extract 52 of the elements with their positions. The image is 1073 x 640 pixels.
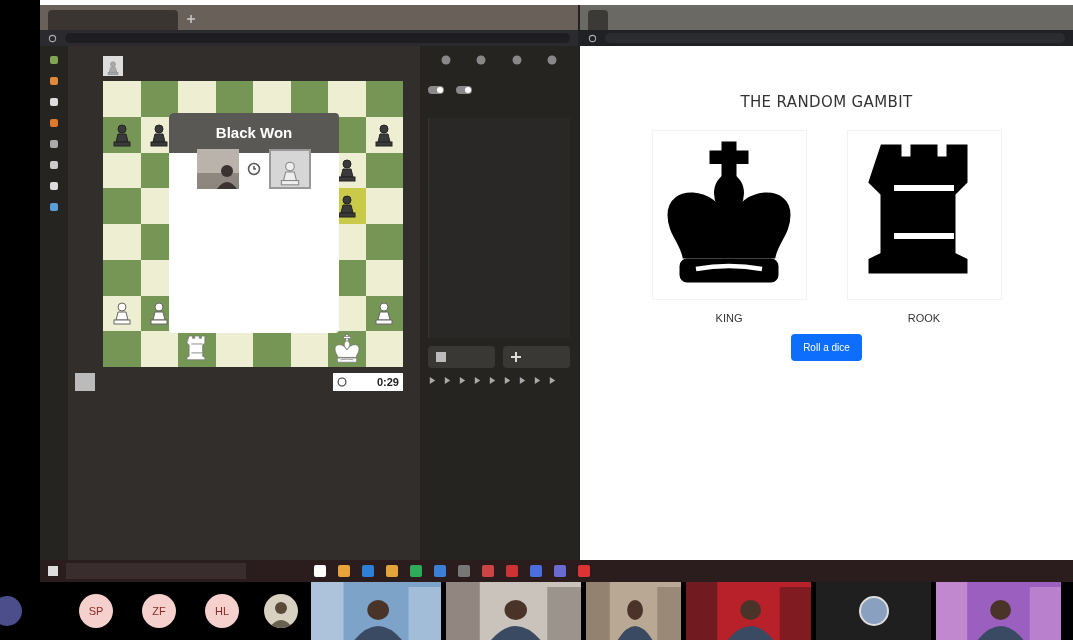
- piece-label: ROOK: [907, 310, 941, 326]
- toggle-switch[interactable]: [428, 86, 444, 94]
- player-avatar: [75, 373, 95, 391]
- app-icon[interactable]: [506, 565, 518, 577]
- app-icon[interactable]: [362, 565, 374, 577]
- app-icon[interactable]: [386, 565, 398, 577]
- app-icon[interactable]: [554, 565, 566, 577]
- tool-icon[interactable]: [546, 54, 559, 66]
- tool-icon[interactable]: [475, 54, 488, 66]
- board-square[interactable]: [328, 81, 366, 117]
- nav-icon[interactable]: [48, 201, 60, 213]
- app-icon[interactable]: [482, 565, 494, 577]
- nav-icon[interactable]: [48, 138, 60, 150]
- app-icon[interactable]: [434, 565, 446, 577]
- app-icon[interactable]: [314, 565, 326, 577]
- start-icon[interactable]: [48, 566, 58, 576]
- reload-icon[interactable]: [48, 33, 57, 43]
- more-people-icon[interactable]: [0, 596, 22, 626]
- toggle-switch[interactable]: [456, 86, 472, 94]
- app-icon[interactable]: [410, 565, 422, 577]
- nav-icon[interactable]: [48, 117, 60, 129]
- clock-icon: [337, 377, 347, 387]
- plus-icon: [511, 352, 521, 362]
- nav-icon[interactable]: [48, 180, 60, 192]
- board-square[interactable]: [140, 81, 178, 117]
- page-title: THE RANDOM GAMBIT: [740, 92, 913, 113]
- nav-icon[interactable]: [48, 96, 60, 108]
- participant-avatar: HL: [205, 594, 239, 628]
- new-button[interactable]: [503, 346, 570, 368]
- tool-icon[interactable]: [510, 54, 523, 66]
- participant-avatar: [858, 596, 889, 626]
- board-square[interactable]: [103, 116, 141, 153]
- tool-icon[interactable]: [439, 54, 452, 66]
- participant-avatar: ZF: [142, 594, 176, 628]
- nav-icon[interactable]: [48, 75, 60, 87]
- piece-label: KING: [715, 310, 743, 326]
- app-icon[interactable]: [338, 565, 350, 577]
- dialog-title: Black Won: [215, 122, 293, 143]
- flip-button[interactable]: [428, 346, 495, 368]
- square-icon: [436, 352, 446, 362]
- app-icon[interactable]: [530, 565, 542, 577]
- app-icon[interactable]: [578, 565, 590, 577]
- nav-icon[interactable]: [48, 54, 60, 66]
- king-icon: [331, 334, 362, 365]
- reload-icon[interactable]: [588, 33, 597, 43]
- roll-button[interactable]: Roll a dice: [791, 334, 862, 361]
- nav-icon[interactable]: [48, 159, 60, 171]
- clock-icon: [247, 162, 261, 176]
- plus-icon[interactable]: [186, 14, 196, 24]
- clock-time: 0:29: [376, 374, 399, 390]
- participant-avatar: SP: [79, 594, 113, 628]
- app-icon[interactable]: [458, 565, 470, 577]
